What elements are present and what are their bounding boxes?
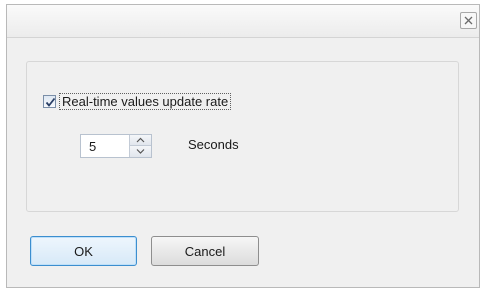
seconds-unit-label: Seconds <box>188 137 239 152</box>
checkmark-icon <box>45 97 56 107</box>
update-rate-label: Real-time values update rate <box>59 93 232 110</box>
update-rate-stepper[interactable]: 5 <box>80 134 152 158</box>
stepper-up-button[interactable] <box>129 135 151 146</box>
title-bar <box>7 5 479 38</box>
close-icon <box>464 16 473 25</box>
stepper-down-button[interactable] <box>129 146 151 157</box>
chevron-down-icon <box>136 149 145 154</box>
stepper-value[interactable]: 5 <box>89 139 96 154</box>
update-rate-checkbox[interactable] <box>43 95 56 108</box>
chevron-up-icon <box>136 137 145 143</box>
ok-button[interactable]: OK <box>30 236 137 266</box>
cancel-button[interactable]: Cancel <box>151 236 259 266</box>
update-rate-checkbox-row[interactable]: Real-time values update rate <box>43 93 232 110</box>
close-button[interactable] <box>460 12 477 29</box>
